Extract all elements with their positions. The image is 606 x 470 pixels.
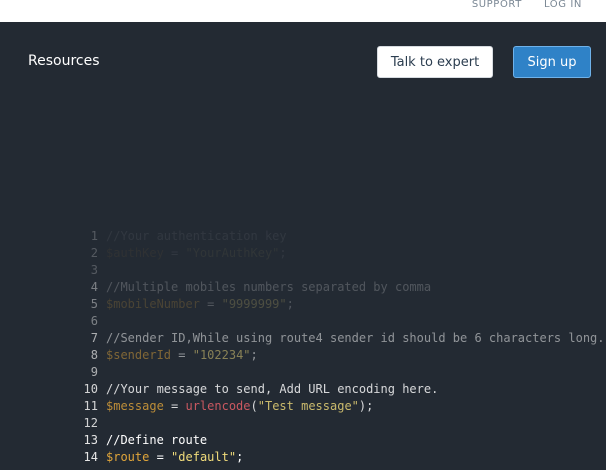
sign-up-button[interactable]: Sign up <box>513 46 591 78</box>
code-token: $senderId <box>106 348 172 362</box>
code-line: 3 <box>78 262 606 279</box>
code-token: = <box>171 348 193 362</box>
line-text: //Your message to send, Add URL encoding… <box>106 381 438 398</box>
line-number: 10 <box>83 382 98 396</box>
code-token: "YourAuthKey" <box>185 246 280 260</box>
code-sample: 1 //Your authentication key 2 $authKey = "Y… <box>78 228 606 466</box>
code-token: "9999999" <box>221 297 287 311</box>
code-token: ( <box>250 399 258 413</box>
code-line: 5 $mobileNumber = "9999999"; <box>78 296 606 313</box>
code-token: $mobileNumber <box>106 297 200 311</box>
code-line: 10 //Your message to send, Add URL encodi… <box>78 381 606 398</box>
code-line: 1 //Your authentication key <box>78 228 606 245</box>
line-text: //Define route <box>106 432 207 449</box>
code-token: "Test message" <box>257 399 359 413</box>
line-number: 6 <box>90 314 98 328</box>
line-text: //Your authentication key <box>106 228 287 245</box>
code-line: 9 <box>78 364 606 381</box>
code-token: //Define route <box>106 433 208 447</box>
line-text: //Multiple mobiles numbers separated by … <box>106 279 431 296</box>
code-token: = <box>163 399 186 413</box>
line-number: 5 <box>90 297 98 311</box>
code-token: //Multiple mobiles numbers separated by … <box>106 280 432 294</box>
line-number: 12 <box>83 416 98 430</box>
code-token: = <box>163 246 186 260</box>
code-token: //Your message to send, Add URL encoding… <box>106 382 439 396</box>
code-token: $authKey <box>106 246 164 260</box>
line-text: //Sender ID,While using route4 sender id… <box>106 330 605 347</box>
code-token: $route <box>106 450 150 464</box>
top-nav: SUPPORT LOG IN <box>472 0 582 12</box>
code-line: 8 $senderId = "102234"; <box>78 347 606 364</box>
line-number: 3 <box>90 263 98 277</box>
line-number: 7 <box>90 331 98 345</box>
line-number: 14 <box>83 450 98 464</box>
line-number: 2 <box>90 246 98 260</box>
line-number: 4 <box>90 280 98 294</box>
code-line: 13 //Define route <box>78 432 606 449</box>
line-number: 13 <box>83 433 98 447</box>
code-line: 7 //Sender ID,While using route4 sender i… <box>78 330 606 347</box>
code-token: ; <box>236 450 244 464</box>
code-token: ; <box>286 297 294 311</box>
code-line: 14 $route = "default"; <box>78 449 606 466</box>
page-title: Resources <box>28 53 100 69</box>
code-token: //Your authentication key <box>106 229 287 243</box>
code-token: $message <box>106 399 164 413</box>
code-token: urlencode <box>185 399 251 413</box>
talk-to-expert-button[interactable]: Talk to expert <box>377 46 493 78</box>
code-line: 4 //Multiple mobiles numbers separated by… <box>78 279 606 296</box>
code-line: 12 <box>78 415 606 432</box>
line-text: $mobileNumber = "9999999"; <box>106 296 294 313</box>
line-number: 11 <box>83 399 98 413</box>
line-number: 1 <box>90 229 98 243</box>
top-bar: SUPPORT LOG IN <box>0 0 606 22</box>
line-number: 8 <box>90 348 98 362</box>
code-token: = <box>199 297 222 311</box>
code-token: ; <box>250 348 258 362</box>
line-text: $authKey = "YourAuthKey"; <box>106 245 287 262</box>
code-token: "default" <box>171 450 237 464</box>
code-line: 2 $authKey = "YourAuthKey"; <box>78 245 606 262</box>
code-token: //Sender ID,While using route4 sender id… <box>106 331 605 345</box>
code-line: 11 $message = urlencode("Test message"); <box>78 398 606 415</box>
code-line: 6 <box>78 313 606 330</box>
line-number: 9 <box>90 365 98 379</box>
line-text: $route = "default"; <box>106 449 243 466</box>
line-text: $senderId = "102234"; <box>106 347 258 364</box>
login-link[interactable]: LOG IN <box>544 0 582 10</box>
code-token: ; <box>279 246 287 260</box>
support-link[interactable]: SUPPORT <box>472 0 522 10</box>
code-token: "102234" <box>192 348 251 362</box>
line-text: $message = urlencode("Test message"); <box>106 398 373 415</box>
code-token: = <box>149 450 172 464</box>
code-token: ); <box>358 399 374 413</box>
